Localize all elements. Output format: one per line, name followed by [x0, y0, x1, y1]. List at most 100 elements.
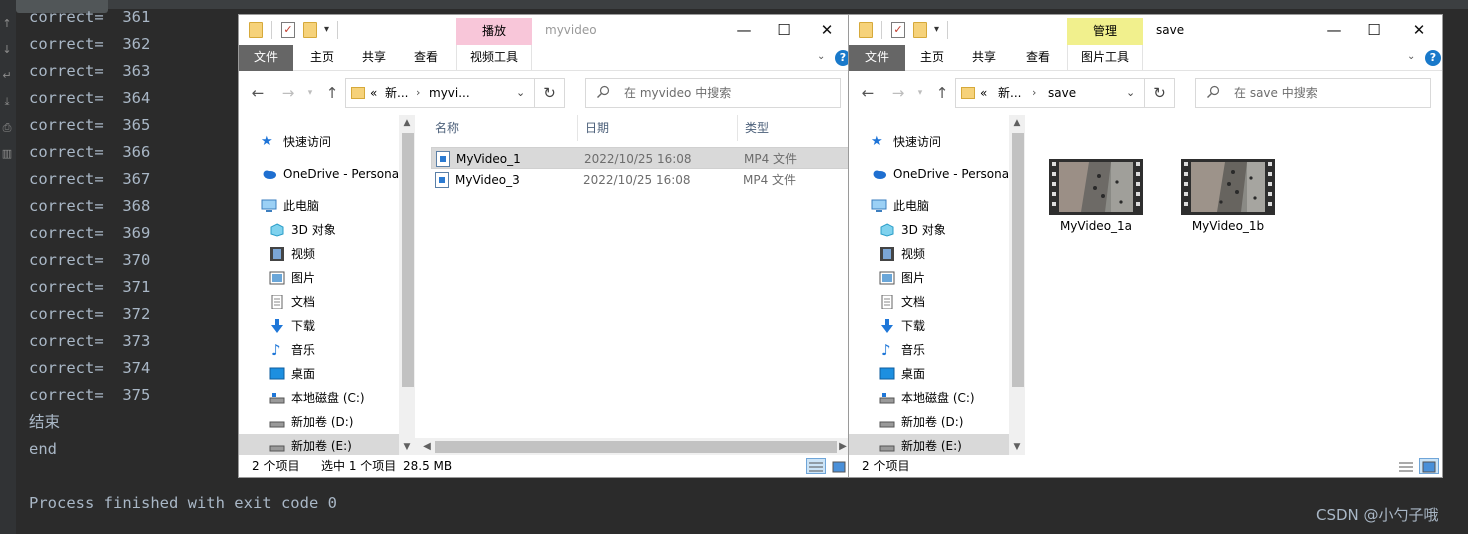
breadcrumb-current[interactable]: save [1048, 79, 1076, 107]
details-view-icon[interactable] [1396, 458, 1416, 474]
tab-view[interactable]: 查看 [405, 45, 447, 71]
minimize-icon[interactable]: — [1314, 15, 1354, 45]
nav-item-drive-e[interactable]: 新加卷 (E:) [849, 434, 1009, 455]
address-box[interactable]: « 新... › save ⌄ [955, 78, 1145, 108]
nav-item-music[interactable]: ♪ 音乐 [239, 338, 399, 362]
forward-icon[interactable]: → [279, 83, 297, 103]
new-folder-icon[interactable] [303, 22, 317, 38]
tab-view[interactable]: 查看 [1017, 45, 1059, 71]
nav-item-onedrive[interactable]: OneDrive - Persona [849, 162, 1025, 186]
column-divider[interactable] [577, 115, 578, 141]
tab-file[interactable]: 文件 [849, 45, 905, 71]
breadcrumb-chevron-icon[interactable]: › [416, 79, 420, 107]
breadcrumb-item[interactable]: 新... [385, 79, 408, 107]
customize-quick-access-icon[interactable]: ▾ [324, 24, 329, 35]
column-header-name[interactable]: 名称 [435, 115, 459, 141]
horizontal-scrollbar[interactable]: ◀ ▶ [415, 438, 848, 455]
tab-picture-tools[interactable]: 图片工具 [1067, 45, 1143, 71]
scrollbar-thumb[interactable] [402, 133, 414, 387]
column-header-date[interactable]: 日期 [585, 115, 609, 141]
refresh-icon[interactable]: ↻ [1145, 78, 1175, 108]
large-icons-view-icon[interactable] [829, 458, 848, 474]
properties-icon[interactable]: ✓ [281, 22, 295, 38]
large-icons-view-icon[interactable] [1419, 458, 1439, 474]
trash-icon[interactable]: ▥ [1, 148, 13, 160]
recent-dropdown-icon[interactable]: ▾ [911, 83, 929, 103]
context-tab-play[interactable]: 播放 [456, 18, 532, 45]
scrollbar-thumb[interactable] [1012, 133, 1024, 387]
close-icon[interactable]: ✕ [1399, 15, 1439, 45]
ribbon-collapse-icon[interactable]: ⌄ [817, 51, 825, 62]
tab-share[interactable]: 共享 [963, 45, 1005, 71]
nav-scrollbar[interactable]: ▲ ▼ [399, 115, 415, 455]
maximize-icon[interactable]: ☐ [764, 15, 804, 45]
nav-item-3d-objects[interactable]: 3D 对象 [849, 218, 1009, 242]
nav-item-downloads[interactable]: 下载 [239, 314, 399, 338]
nav-item-drive-e[interactable]: 新加卷 (E:) [239, 434, 399, 455]
nav-item-drive-c[interactable]: 本地磁盘 (C:) [849, 386, 1009, 410]
breadcrumb-item[interactable]: 新... [998, 79, 1021, 107]
back-icon[interactable]: ← [249, 83, 267, 103]
nav-item-desktop[interactable]: 桌面 [849, 362, 1009, 386]
scroll-up-arrow-icon[interactable]: ▲ [1009, 115, 1025, 131]
nav-item-this-pc[interactable]: 此电脑 [239, 194, 399, 218]
breadcrumb-overflow[interactable]: « [370, 79, 377, 107]
breadcrumb-current[interactable]: myvi... [429, 79, 470, 107]
nav-item-3d-objects[interactable]: 3D 对象 [239, 218, 399, 242]
nav-item-documents[interactable]: 文档 [849, 290, 1009, 314]
file-row[interactable]: MyVideo_3 2022/10/25 16:08 MP4 文件 [431, 169, 848, 191]
context-tab-manage[interactable]: 管理 [1067, 18, 1143, 45]
breadcrumb-chevron-icon[interactable]: › [1032, 79, 1036, 107]
nav-item-drive-d[interactable]: 新加卷 (D:) [849, 410, 1009, 434]
ribbon-collapse-icon[interactable]: ⌄ [1407, 51, 1415, 62]
nav-item-this-pc[interactable]: 此电脑 [849, 194, 1009, 218]
nav-item-downloads[interactable]: 下载 [849, 314, 1009, 338]
column-divider[interactable] [737, 115, 738, 141]
address-dropdown-icon[interactable]: ⌄ [1126, 79, 1135, 107]
scroll-to-end-icon[interactable]: ⤓ [1, 96, 13, 108]
nav-item-documents[interactable]: 文档 [239, 290, 399, 314]
details-view-icon[interactable] [806, 458, 826, 474]
close-icon[interactable]: ✕ [807, 15, 847, 45]
search-input[interactable]: 在 myvideo 中搜索 [585, 78, 841, 108]
up-icon[interactable]: ↑ [933, 83, 951, 103]
properties-icon[interactable]: ✓ [891, 22, 905, 38]
scroll-left-arrow-icon[interactable]: ◀ [419, 438, 435, 455]
print-icon[interactable]: ⎙ [1, 122, 13, 134]
scroll-down-arrow-icon[interactable]: ▼ [399, 439, 415, 455]
soft-wrap-icon[interactable]: ↵ [1, 70, 13, 82]
scrollbar-thumb[interactable] [435, 441, 837, 453]
forward-icon[interactable]: → [889, 83, 907, 103]
nav-item-desktop[interactable]: 桌面 [239, 362, 399, 386]
tab-file[interactable]: 文件 [239, 45, 293, 71]
nav-item-quick-access[interactable]: ★ 快速访问 [849, 130, 1009, 154]
scroll-down-icon[interactable]: ↓ [1, 44, 13, 56]
address-box[interactable]: « 新... › myvi... ⌄ [345, 78, 535, 108]
nav-item-videos[interactable]: 视频 [239, 242, 399, 266]
nav-item-pictures[interactable]: 图片 [849, 266, 1009, 290]
back-icon[interactable]: ← [859, 83, 877, 103]
nav-scrollbar[interactable]: ▲ ▼ [1009, 115, 1025, 455]
tab-video-tools[interactable]: 视频工具 [456, 45, 532, 71]
nav-item-videos[interactable]: 视频 [849, 242, 1009, 266]
address-dropdown-icon[interactable]: ⌄ [516, 79, 525, 107]
refresh-icon[interactable]: ↻ [535, 78, 565, 108]
nav-item-quick-access[interactable]: ★ 快速访问 [239, 130, 399, 154]
help-icon[interactable]: ? [835, 50, 848, 66]
maximize-icon[interactable]: ☐ [1354, 15, 1394, 45]
new-folder-icon[interactable] [913, 22, 927, 38]
search-input[interactable]: 在 save 中搜索 [1195, 78, 1431, 108]
tab-home[interactable]: 主页 [301, 45, 343, 71]
nav-item-pictures[interactable]: 图片 [239, 266, 399, 290]
customize-quick-access-icon[interactable]: ▾ [934, 24, 939, 35]
minimize-icon[interactable]: — [724, 15, 764, 45]
nav-item-onedrive[interactable]: OneDrive - Persona [239, 162, 415, 186]
help-icon[interactable]: ? [1425, 50, 1441, 66]
column-header-type[interactable]: 类型 [745, 115, 769, 141]
scroll-down-arrow-icon[interactable]: ▼ [1009, 439, 1025, 455]
recent-dropdown-icon[interactable]: ▾ [301, 83, 319, 103]
up-icon[interactable]: ↑ [323, 83, 341, 103]
nav-item-drive-c[interactable]: 本地磁盘 (C:) [239, 386, 399, 410]
tab-home[interactable]: 主页 [911, 45, 953, 71]
nav-item-music[interactable]: ♪ 音乐 [849, 338, 1009, 362]
